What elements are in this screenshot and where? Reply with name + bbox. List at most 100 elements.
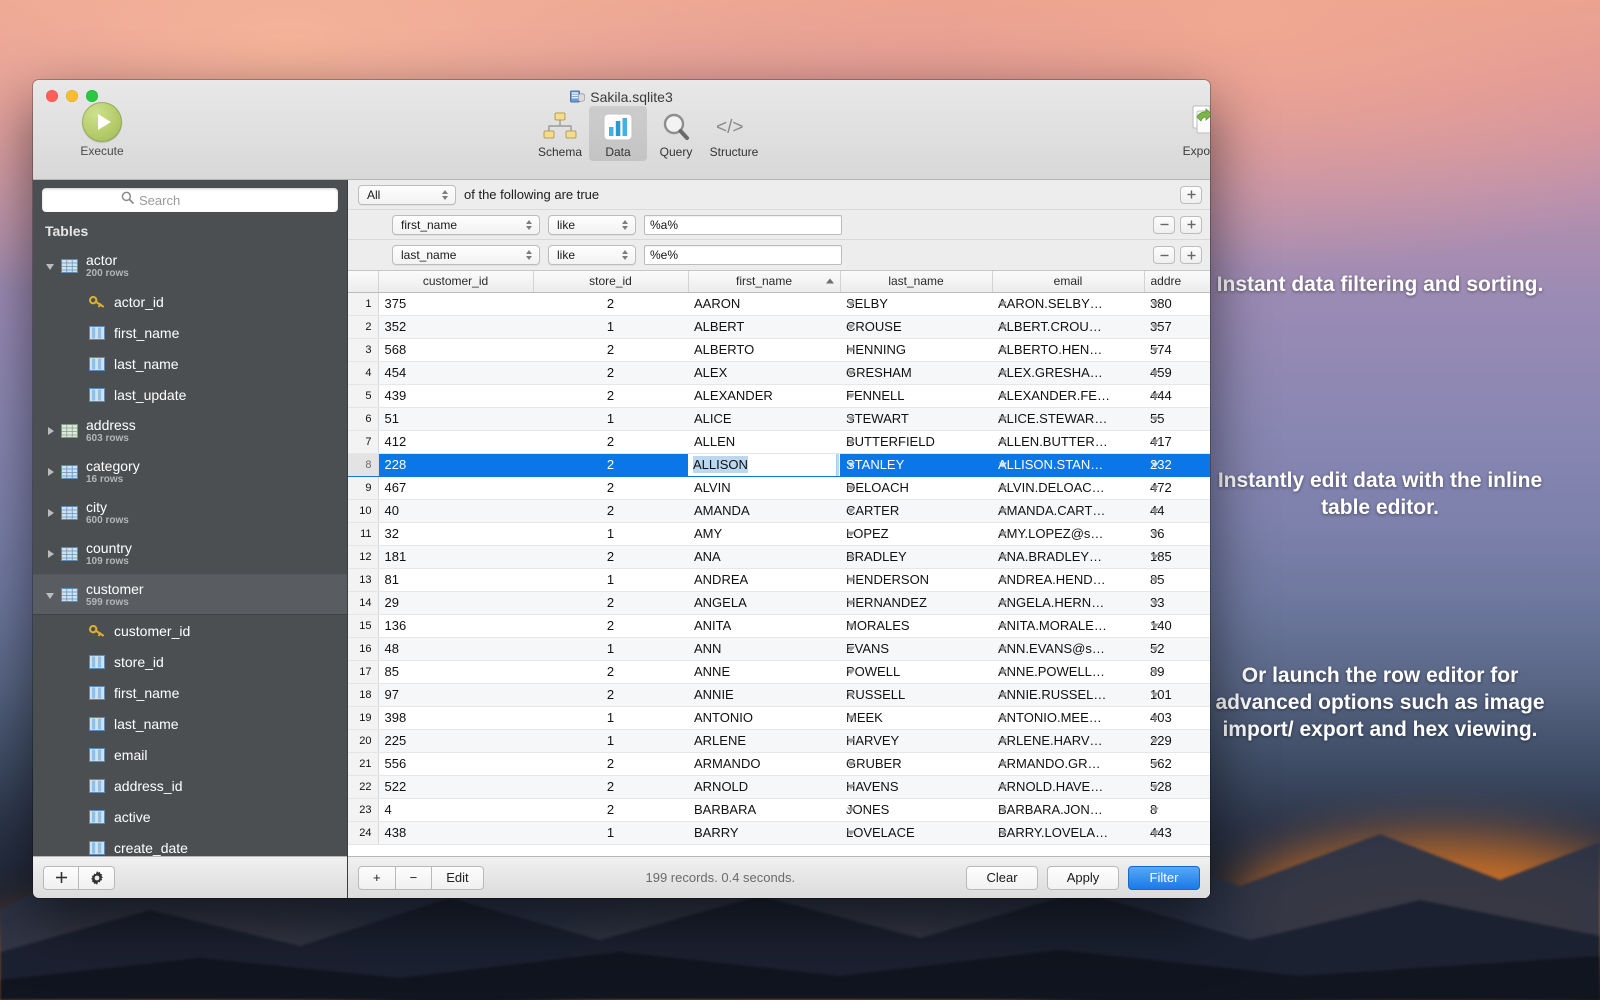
- cell-address-id[interactable]: 8: [1144, 798, 1210, 821]
- tree-node-city[interactable]: city 600 rows: [33, 492, 347, 533]
- cell-last-name[interactable]: MEEK: [840, 706, 992, 729]
- cell-email[interactable]: AMANDA.CART…: [992, 499, 1144, 522]
- tree-node-customer[interactable]: customer 599 rows: [33, 574, 347, 615]
- filter-remove-rule-button-2[interactable]: [1153, 246, 1175, 264]
- cell-first-name[interactable]: ALLISON: [688, 453, 840, 476]
- table-row[interactable]: 10402AMANDACARTERAMANDA.CART…44: [348, 499, 1210, 522]
- cell-email[interactable]: ALLISON.STAN…: [992, 453, 1144, 476]
- cell-customer-id[interactable]: 51: [378, 407, 533, 430]
- cell-dropdown-caret-icon[interactable]: [1151, 646, 1159, 651]
- cell-address-id[interactable]: 528: [1144, 775, 1210, 798]
- cell-dropdown-caret-icon[interactable]: [1151, 439, 1159, 444]
- cell-customer-id[interactable]: 228: [378, 453, 533, 476]
- cell-dropdown-caret-icon[interactable]: [1151, 324, 1159, 329]
- cell-email[interactable]: ALBERTO.HEN…: [992, 338, 1144, 361]
- cell-last-name[interactable]: CARTER: [840, 499, 992, 522]
- cell-first-name[interactable]: BARRY: [688, 821, 840, 844]
- table-row[interactable]: 13752AARONSELBYAARON.SELBY…380: [348, 292, 1210, 315]
- cell-dropdown-caret-icon[interactable]: [999, 646, 1007, 651]
- cell-email[interactable]: AMY.LOPEZ@s…: [992, 522, 1144, 545]
- cell-customer-id[interactable]: 375: [378, 292, 533, 315]
- cell-email[interactable]: ANTONIO.MEE…: [992, 706, 1144, 729]
- cell-last-name[interactable]: HERNANDEZ: [840, 591, 992, 614]
- tab-data[interactable]: Data: [589, 106, 647, 161]
- cell-first-name[interactable]: ALLEN: [688, 430, 840, 453]
- cell-address-id[interactable]: 472: [1144, 476, 1210, 499]
- cell-email[interactable]: ALVIN.DELOAC…: [992, 476, 1144, 499]
- cell-dropdown-caret-icon[interactable]: [999, 531, 1007, 536]
- cell-customer-id[interactable]: 522: [378, 775, 533, 798]
- cell-dropdown-caret-icon[interactable]: [999, 462, 1007, 467]
- cell-store-id[interactable]: 2: [533, 660, 688, 683]
- tree-column-create-date[interactable]: create_date: [33, 832, 347, 856]
- cell-dropdown-caret-icon[interactable]: [999, 416, 1007, 421]
- table-row[interactable]: 13811ANDREAHENDERSONANDREA.HEND…85: [348, 568, 1210, 591]
- filter-value-input-1[interactable]: %a%: [644, 215, 842, 235]
- disclosure-triangle-icon[interactable]: [45, 588, 59, 602]
- tree-column-address-id[interactable]: address_id: [33, 770, 347, 801]
- cell-first-name[interactable]: ANDREA: [688, 568, 840, 591]
- filter-add-rule-button[interactable]: [1180, 186, 1202, 204]
- cell-first-name[interactable]: ARMANDO: [688, 752, 840, 775]
- cell-last-name[interactable]: GRESHAM: [840, 361, 992, 384]
- cell-dropdown-caret-icon[interactable]: [999, 830, 1007, 835]
- disclosure-triangle-icon[interactable]: [45, 259, 59, 273]
- tree-node-address[interactable]: address 603 rows: [33, 410, 347, 451]
- table-row[interactable]: 11321AMYLOPEZAMY.LOPEZ@s…36: [348, 522, 1210, 545]
- cell-first-name[interactable]: ALICE: [688, 407, 840, 430]
- cell-customer-id[interactable]: 81: [378, 568, 533, 591]
- cell-address-id[interactable]: 562: [1144, 752, 1210, 775]
- disclosure-triangle-icon[interactable]: [45, 547, 59, 561]
- cell-dropdown-caret-icon[interactable]: [847, 439, 855, 444]
- cell-customer-id[interactable]: 568: [378, 338, 533, 361]
- tree-column-first-name[interactable]: first_name: [33, 677, 347, 708]
- cell-first-name[interactable]: AARON: [688, 292, 840, 315]
- cell-store-id[interactable]: 2: [533, 453, 688, 476]
- cell-address-id[interactable]: 44: [1144, 499, 1210, 522]
- column-header-last-name[interactable]: last_name: [840, 271, 992, 292]
- cell-store-id[interactable]: 2: [533, 545, 688, 568]
- cell-email[interactable]: BARBARA.JON…: [992, 798, 1144, 821]
- search-box[interactable]: [42, 188, 338, 212]
- table-row[interactable]: 244381BARRYLOVELACEBARRY.LOVELA…443: [348, 821, 1210, 844]
- table-row[interactable]: 54392ALEXANDERFENNELLALEXANDER.FE…444: [348, 384, 1210, 407]
- cell-dropdown-caret-icon[interactable]: [999, 370, 1007, 375]
- cell-email[interactable]: ALICE.STEWAR…: [992, 407, 1144, 430]
- cell-store-id[interactable]: 2: [533, 614, 688, 637]
- cell-store-id[interactable]: 2: [533, 775, 688, 798]
- sidebar-settings-button[interactable]: [79, 866, 115, 890]
- cell-last-name[interactable]: EVANS: [840, 637, 992, 660]
- cell-last-name[interactable]: GRUBER: [840, 752, 992, 775]
- cell-first-name[interactable]: ANA: [688, 545, 840, 568]
- cell-customer-id[interactable]: 29: [378, 591, 533, 614]
- cell-dropdown-caret-icon[interactable]: [847, 738, 855, 743]
- table-row[interactable]: 121812ANABRADLEYANA.BRADLEY…185: [348, 545, 1210, 568]
- tree-column-last-name[interactable]: last_name: [33, 348, 347, 379]
- cell-dropdown-caret-icon[interactable]: [1151, 623, 1159, 628]
- cell-customer-id[interactable]: 454: [378, 361, 533, 384]
- cell-dropdown-caret-icon[interactable]: [847, 416, 855, 421]
- cell-dropdown-caret-icon[interactable]: [1151, 485, 1159, 490]
- cell-dropdown-caret-icon[interactable]: [847, 669, 855, 674]
- cell-dropdown-caret-icon[interactable]: [847, 600, 855, 605]
- column-header-first-name[interactable]: first_name: [688, 271, 840, 292]
- column-header-store-id[interactable]: store_id: [533, 271, 688, 292]
- cell-customer-id[interactable]: 181: [378, 545, 533, 568]
- cell-dropdown-caret-icon[interactable]: [1151, 715, 1159, 720]
- cell-dropdown-caret-icon[interactable]: [847, 715, 855, 720]
- cell-email[interactable]: AARON.SELBY…: [992, 292, 1144, 315]
- cell-address-id[interactable]: 380: [1144, 292, 1210, 315]
- add-row-button[interactable]: +: [358, 866, 396, 890]
- table-row[interactable]: 18972ANNIERUSSELLANNIE.RUSSEL…101: [348, 683, 1210, 706]
- cell-last-name[interactable]: MORALES: [840, 614, 992, 637]
- cell-last-name[interactable]: DELOACH: [840, 476, 992, 499]
- cell-dropdown-caret-icon[interactable]: [1151, 830, 1159, 835]
- filter-add-rule-button-2[interactable]: [1180, 246, 1202, 264]
- cell-first-name[interactable]: ALBERTO: [688, 338, 840, 361]
- disclosure-triangle-icon[interactable]: [45, 424, 59, 438]
- cell-first-name[interactable]: ALEX: [688, 361, 840, 384]
- cell-last-name[interactable]: RUSSELL: [840, 683, 992, 706]
- cell-first-name[interactable]: ALEXANDER: [688, 384, 840, 407]
- cell-store-id[interactable]: 2: [533, 499, 688, 522]
- cell-store-id[interactable]: 2: [533, 384, 688, 407]
